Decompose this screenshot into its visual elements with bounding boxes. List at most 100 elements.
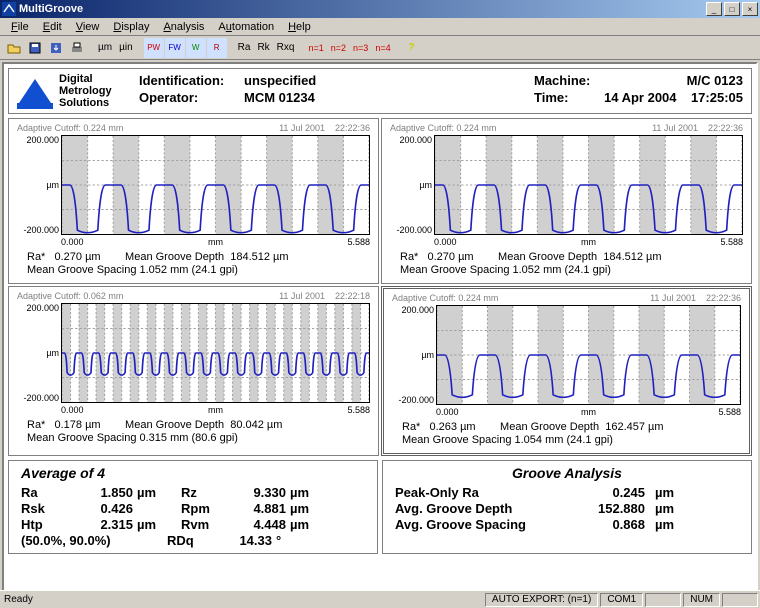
operator-label: Operator:: [139, 90, 244, 105]
n1-button[interactable]: n=1: [305, 38, 326, 58]
htp-range: (50.0%, 90.0%): [21, 533, 149, 548]
n3-button[interactable]: n=3: [350, 38, 371, 58]
metrics-row2: Mean Groove Spacing 1.052 mm (24.1 gpi): [27, 264, 370, 276]
content-area: DigitalMetrologySolutions Identification…: [2, 62, 758, 606]
identification-value: unspecified: [244, 73, 316, 88]
y-unit: µm: [390, 180, 432, 190]
maximize-button[interactable]: □: [724, 2, 740, 16]
help-icon[interactable]: ?: [402, 38, 422, 58]
x-min: 0.000: [61, 405, 84, 415]
metrics-row2: Mean Groove Spacing 0.315 mm (80.6 gpi): [27, 432, 370, 444]
x-unit: mm: [459, 407, 719, 417]
pw1-button[interactable]: PW: [144, 38, 164, 58]
r-button[interactable]: R: [207, 38, 227, 58]
menu-view[interactable]: View: [69, 19, 107, 35]
average-title: Average of 4: [21, 465, 365, 481]
chart-grid: Adaptive Cutoff: 0.224 mm 11 Jul 2001 22…: [8, 118, 752, 456]
timestamp: 11 Jul 2001 22:22:36: [650, 293, 741, 303]
average-panel: Average of 4 Ra1.850µm Rz9.330µm Rsk0.42…: [8, 460, 378, 554]
waveform-plot: [436, 305, 741, 405]
time-label: Time:: [534, 90, 604, 105]
time-value: 14 Apr 2004 17:25:05: [604, 90, 743, 105]
metrics-row1: Ra* 0.270 µm Mean Groove Depth 184.512 µ…: [400, 251, 743, 263]
chart-panel-3[interactable]: Adaptive Cutoff: 0.062 mm 11 Jul 2001 22…: [8, 286, 379, 456]
x-unit: mm: [84, 237, 348, 247]
w-button[interactable]: W: [186, 38, 206, 58]
groove-row: Avg. Groove Depth152.880µm: [395, 501, 739, 516]
chart-panel-4[interactable]: Adaptive Cutoff: 0.224 mm 11 Jul 2001 22…: [381, 286, 752, 456]
status-autoexport: AUTO EXPORT: (n=1): [485, 593, 598, 607]
y-unit: µm: [17, 348, 59, 358]
y-unit: µm: [17, 180, 59, 190]
fw1-button[interactable]: FW: [165, 38, 185, 58]
metrics-row2: Mean Groove Spacing 1.052 mm (24.1 gpi): [400, 264, 743, 276]
y-min: -200.000: [392, 395, 434, 405]
x-min: 0.000: [436, 407, 459, 417]
y-max: 200.000: [17, 303, 59, 313]
menu-help[interactable]: Help: [281, 19, 318, 35]
menu-edit[interactable]: Edit: [36, 19, 69, 35]
menu-display[interactable]: Display: [106, 19, 156, 35]
status-num: NUM: [683, 593, 720, 607]
metrics-row2: Mean Groove Spacing 1.054 mm (24.1 gpi): [402, 434, 741, 446]
avg-row: Rsk0.426 Rpm4.881µm: [21, 501, 365, 516]
save-button[interactable]: [25, 38, 45, 58]
menubar: File Edit View Display Analysis Automati…: [0, 18, 760, 36]
export-button[interactable]: [46, 38, 66, 58]
cutoff-label: Adaptive Cutoff: 0.062 mm: [17, 291, 123, 301]
menu-automation[interactable]: Automation: [211, 19, 281, 35]
chart-panel-1[interactable]: Adaptive Cutoff: 0.224 mm 11 Jul 2001 22…: [8, 118, 379, 284]
groove-title: Groove Analysis: [395, 465, 739, 481]
x-unit: mm: [457, 237, 721, 247]
rk-button[interactable]: Rk: [254, 38, 272, 58]
header-panel: DigitalMetrologySolutions Identification…: [8, 68, 752, 114]
avg-row: Htp2.315µm Rvm4.448µm: [21, 517, 365, 532]
n2-button[interactable]: n=2: [328, 38, 349, 58]
y-max: 200.000: [392, 305, 434, 315]
status-com: COM1: [600, 593, 643, 607]
operator-value: MCM 01234: [244, 90, 315, 105]
print-button[interactable]: [67, 38, 87, 58]
unit-um-button[interactable]: µm: [95, 38, 115, 58]
rxq-button[interactable]: Rxq: [274, 38, 298, 58]
metrics-row1: Ra* 0.270 µm Mean Groove Depth 184.512 µ…: [27, 251, 370, 263]
ra-button[interactable]: Ra: [235, 38, 254, 58]
chart-panel-2[interactable]: Adaptive Cutoff: 0.224 mm 11 Jul 2001 22…: [381, 118, 752, 284]
cutoff-label: Adaptive Cutoff: 0.224 mm: [392, 293, 498, 303]
y-min: -200.000: [17, 393, 59, 403]
groove-row: Avg. Groove Spacing0.868µm: [395, 517, 739, 532]
status-ready: Ready: [0, 594, 485, 605]
menu-file[interactable]: File: [4, 19, 36, 35]
x-min: 0.000: [61, 237, 84, 247]
timestamp: 11 Jul 2001 22:22:36: [279, 123, 370, 133]
y-min: -200.000: [17, 225, 59, 235]
rdq-unit: °: [272, 533, 302, 548]
close-button[interactable]: ×: [742, 2, 758, 16]
x-max: 5.588: [347, 405, 370, 415]
y-max: 200.000: [390, 135, 432, 145]
x-max: 5.588: [720, 237, 743, 247]
n4-button[interactable]: n=4: [372, 38, 393, 58]
y-unit: µm: [392, 350, 434, 360]
titlebar[interactable]: MultiGroove _ □ ×: [0, 0, 760, 18]
x-max: 5.588: [347, 237, 370, 247]
y-min: -200.000: [390, 225, 432, 235]
metrics-row1: Ra* 0.178 µm Mean Groove Depth 80.042 µm: [27, 419, 370, 431]
waveform-plot: [434, 135, 743, 235]
minimize-button[interactable]: _: [706, 2, 722, 16]
open-button[interactable]: [4, 38, 24, 58]
avg-row: Ra1.850µm Rz9.330µm: [21, 485, 365, 500]
waveform-plot: [61, 303, 370, 403]
app-icon: [2, 2, 16, 16]
machine-value: M/C 0123: [604, 73, 743, 88]
menu-analysis[interactable]: Analysis: [156, 19, 211, 35]
y-max: 200.000: [17, 135, 59, 145]
unit-uin-button[interactable]: µin: [116, 38, 136, 58]
groove-panel: Groove Analysis Peak-Only Ra0.245µm Avg.…: [382, 460, 752, 554]
cutoff-label: Adaptive Cutoff: 0.224 mm: [17, 123, 123, 133]
timestamp: 11 Jul 2001 22:22:18: [279, 291, 370, 301]
statusbar: Ready AUTO EXPORT: (n=1) COM1 NUM: [0, 590, 760, 608]
metrics-row1: Ra* 0.263 µm Mean Groove Depth 162.457 µ…: [402, 421, 741, 433]
groove-row: Peak-Only Ra0.245µm: [395, 485, 739, 500]
window-title: MultiGroove: [19, 3, 706, 15]
